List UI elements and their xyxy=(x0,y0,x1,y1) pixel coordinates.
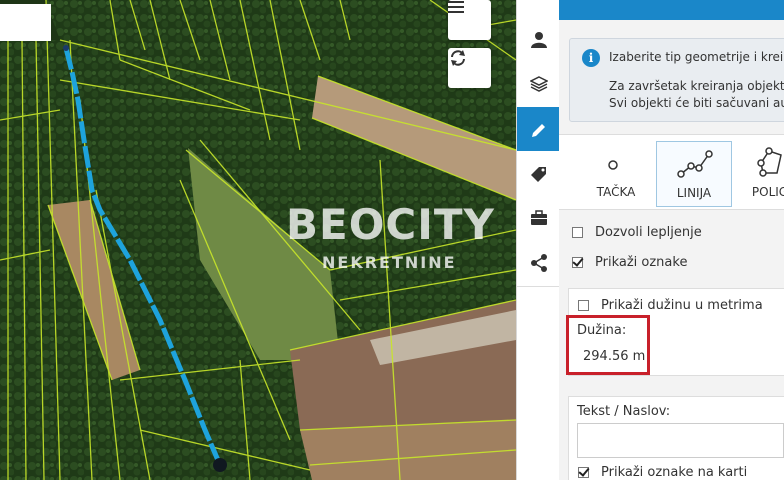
geometry-line-label: LINIJA xyxy=(676,186,712,200)
text-title-input[interactable] xyxy=(577,423,784,458)
briefcase-tool-button[interactable] xyxy=(517,196,560,240)
show-labels-on-map-option[interactable]: Prikaži oznake na karti xyxy=(578,465,747,480)
length-highlight-box xyxy=(566,315,650,375)
watermark-brand: BEOCITY xyxy=(286,200,495,249)
menu-button[interactable] xyxy=(448,0,491,40)
watermark-subtitle: NEKRETNINE xyxy=(322,253,457,272)
tag-tool-button[interactable] xyxy=(517,152,560,196)
show-labels-on-map-checkbox[interactable] xyxy=(578,467,589,478)
refresh-icon xyxy=(451,50,465,66)
layers-tool-button[interactable] xyxy=(517,62,560,106)
geometry-point-label: TAČKA xyxy=(596,185,636,199)
vertical-toolbar xyxy=(516,0,560,480)
geometry-polygon-button[interactable]: POLIG xyxy=(733,141,784,205)
info-box: i Izaberite tip geometrije i kreira Za z… xyxy=(569,38,784,122)
show-labels-label: Prikaži oznake xyxy=(595,255,688,270)
user-icon xyxy=(530,32,547,48)
line-icon xyxy=(677,150,713,178)
user-tool-button[interactable] xyxy=(517,18,560,62)
share-icon xyxy=(530,254,547,272)
search-box[interactable] xyxy=(0,4,51,41)
menu-icon xyxy=(448,1,464,13)
map-canvas[interactable]: BEOCITY NEKRETNINE xyxy=(0,0,516,480)
share-tool-button[interactable] xyxy=(517,241,560,285)
info-icon: i xyxy=(582,49,600,67)
draw-tool-button[interactable] xyxy=(517,107,560,151)
geometry-type-selector: TAČKA LINIJA POLIG xyxy=(559,134,784,210)
show-length-label: Prikaži dužinu u metrima xyxy=(601,298,763,313)
point-icon xyxy=(608,160,618,170)
allow-snap-checkbox[interactable] xyxy=(572,227,583,238)
layers-icon xyxy=(529,76,548,92)
show-labels-checkbox[interactable] xyxy=(572,257,583,268)
show-labels-on-map-label: Prikaži oznake na karti xyxy=(601,465,748,480)
geometry-polygon-label: POLIG xyxy=(751,185,784,199)
allow-snap-option[interactable]: Dozvoli lepljenje xyxy=(572,225,702,240)
info-line-2: Za završetak kreiranja objekta xyxy=(609,79,784,93)
show-length-checkbox[interactable] xyxy=(578,300,589,311)
info-line-3: Svi objekti će biti sačuvani auto xyxy=(609,96,784,110)
polygon-icon xyxy=(757,147,782,177)
show-length-option[interactable]: Prikaži dužinu u metrima xyxy=(578,298,763,313)
pencil-icon xyxy=(531,124,545,137)
panel-header xyxy=(559,0,784,20)
geometry-line-button[interactable]: LINIJA xyxy=(656,141,732,207)
geometry-point-button[interactable]: TAČKA xyxy=(579,141,653,205)
toolbar-divider xyxy=(517,286,560,287)
show-labels-option[interactable]: Prikaži oznake xyxy=(572,255,687,270)
tag-icon xyxy=(530,167,546,182)
briefcase-icon xyxy=(530,210,547,225)
refresh-button[interactable] xyxy=(448,48,491,88)
text-title-label: Tekst / Naslov: xyxy=(577,404,671,419)
allow-snap-label: Dozvoli lepljenje xyxy=(595,225,702,240)
info-line-1: Izaberite tip geometrije i kreira xyxy=(609,50,784,64)
